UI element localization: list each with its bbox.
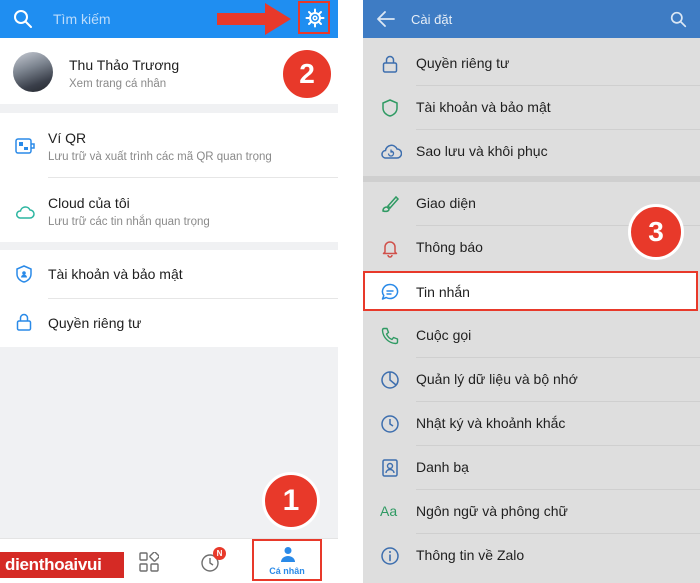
step-3-badge: 3 xyxy=(628,204,684,260)
search-input[interactable]: Tìm kiếm xyxy=(53,11,111,27)
setting-label: Tin nhắn xyxy=(416,284,470,300)
search-icon[interactable] xyxy=(670,11,687,28)
left-header: Tìm kiếm xyxy=(0,0,338,38)
clock-icon xyxy=(380,414,400,434)
settings-header: Cài đặt xyxy=(363,0,700,38)
qr-wallet-icon xyxy=(15,138,35,154)
setting-label: Ngôn ngữ và phông chữ xyxy=(416,503,568,519)
qr-wallet-item[interactable]: Ví QR Lưu trữ và xuất trình các mã QR qu… xyxy=(0,113,338,177)
shield-icon xyxy=(380,98,400,118)
cloud-icon xyxy=(15,205,35,219)
profile-subtitle: Xem trang cá nhân xyxy=(69,78,167,90)
account-security-label: Tài khoản và bảo mật xyxy=(48,266,183,282)
back-arrow-icon[interactable] xyxy=(377,11,395,27)
lock-icon xyxy=(380,54,400,74)
notification-badge: N xyxy=(213,547,226,560)
setting-label: Danh bạ xyxy=(416,459,469,475)
pie-chart-icon xyxy=(380,370,400,390)
watermark-logo: dienthoaivui xyxy=(0,552,124,578)
setting-label: Quản lý dữ liệu và bộ nhớ xyxy=(416,371,578,387)
setting-account-security[interactable]: Tài khoản và bảo mật xyxy=(363,86,700,130)
setting-label: Quyền riêng tư xyxy=(416,55,510,71)
setting-label: Thông tin về Zalo xyxy=(416,547,525,563)
grid-apps-icon[interactable] xyxy=(139,552,159,572)
setting-language-font[interactable]: Aa Ngôn ngữ và phông chữ xyxy=(363,490,700,534)
shield-icon xyxy=(16,265,32,283)
avatar xyxy=(13,52,53,92)
setting-backup-restore[interactable]: Sao lưu và khôi phục xyxy=(363,130,700,174)
setting-label: Nhật ký và khoảnh khắc xyxy=(416,415,566,431)
cloud-sync-icon xyxy=(380,142,402,162)
person-icon xyxy=(280,546,296,562)
setting-label: Cuộc gọi xyxy=(416,327,472,343)
tab-personal-label: Cá nhân xyxy=(269,566,305,576)
lock-icon xyxy=(16,313,32,331)
bell-icon xyxy=(380,238,400,258)
watermark-text: dienthoaivui xyxy=(5,555,102,574)
settings-gear-button[interactable] xyxy=(298,1,330,34)
qr-wallet-subtitle: Lưu trữ và xuất trình các mã QR quan trọ… xyxy=(48,151,272,163)
chat-bubble-icon xyxy=(380,282,400,302)
contact-card-icon xyxy=(380,458,400,478)
profile-name: Thu Thảo Trương xyxy=(69,57,180,73)
right-phone-screen: Cài đặt Quyền riêng tư Tài khoản và bảo … xyxy=(363,0,700,583)
setting-calls[interactable]: Cuộc gọi xyxy=(363,314,700,358)
paint-brush-icon xyxy=(380,194,400,214)
settings-title: Cài đặt xyxy=(411,12,453,27)
setting-timeline[interactable]: Nhật ký và khoảnh khắc xyxy=(363,402,700,446)
setting-messages-highlighted[interactable]: Tin nhắn xyxy=(363,271,698,311)
account-security-item[interactable]: Tài khoản và bảo mật xyxy=(0,250,338,298)
search-icon[interactable] xyxy=(13,9,33,29)
setting-data-storage[interactable]: Quản lý dữ liệu và bộ nhớ xyxy=(363,358,700,402)
setting-contacts[interactable]: Danh bạ xyxy=(363,446,700,490)
step-1-badge: 1 xyxy=(262,472,320,530)
step-2-badge: 2 xyxy=(280,47,334,101)
qr-wallet-title: Ví QR xyxy=(48,130,87,146)
setting-label: Sao lưu và khôi phục xyxy=(416,143,548,159)
privacy-item[interactable]: Quyền riêng tư xyxy=(0,299,338,347)
my-cloud-subtitle: Lưu trữ các tin nhắn quan trọng xyxy=(48,216,210,228)
language-font-icon: Aa xyxy=(380,503,398,519)
setting-label: Tài khoản và bảo mật xyxy=(416,99,551,115)
info-icon xyxy=(380,546,400,566)
setting-privacy[interactable]: Quyền riêng tư xyxy=(363,42,700,86)
setting-label: Giao diện xyxy=(416,195,476,211)
qr-cloud-section: Ví QR Lưu trữ và xuất trình các mã QR qu… xyxy=(0,113,338,242)
privacy-label: Quyền riêng tư xyxy=(48,315,142,331)
phone-icon xyxy=(380,326,400,346)
my-cloud-title: Cloud của tôi xyxy=(48,195,130,211)
left-phone-screen: Tìm kiếm Thu Thảo Trương Xem trang cá nh… xyxy=(0,0,338,583)
setting-label: Thông báo xyxy=(416,239,483,255)
account-section: Tài khoản và bảo mật Quyền riêng tư xyxy=(0,250,338,347)
arrow-annotation-icon xyxy=(217,3,291,40)
tab-personal[interactable]: Cá nhân xyxy=(252,539,322,581)
setting-about-zalo[interactable]: Thông tin về Zalo xyxy=(363,534,700,578)
gear-icon xyxy=(305,8,325,28)
settings-group-1: Quyền riêng tư Tài khoản và bảo mật Sao … xyxy=(363,42,700,174)
my-cloud-item[interactable]: Cloud của tôi Lưu trữ các tin nhắn quan … xyxy=(0,178,338,242)
